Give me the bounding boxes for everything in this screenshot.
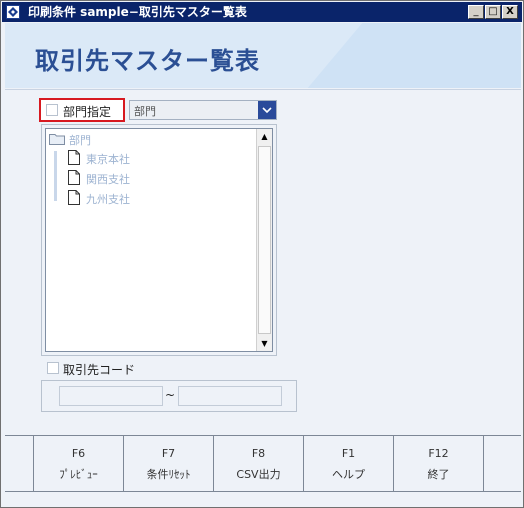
page-title: 取引先マスター覧表: [35, 47, 260, 75]
function-key-label: F12: [428, 447, 449, 460]
csv-export-button[interactable]: F8 CSV出力: [213, 436, 303, 492]
app-icon: [6, 5, 20, 19]
department-checkbox-box[interactable]: [46, 104, 58, 116]
department-filter-checkbox[interactable]: 部門指定: [39, 98, 125, 122]
document-icon: [68, 170, 80, 185]
scrollbar-thumb[interactable]: [258, 146, 271, 334]
function-key-label: F1: [341, 447, 356, 460]
function-key-caption: 終了: [427, 468, 450, 481]
folder-icon: [49, 134, 65, 145]
tree-item-label: 関西支社: [86, 173, 130, 186]
title-bar[interactable]: 印刷条件 sample−取引先マスター覧表 _ □ X: [2, 2, 522, 22]
partner-code-label: 取引先コード: [63, 363, 136, 377]
status-strip: [5, 493, 521, 505]
partner-code-to-input[interactable]: [178, 386, 282, 406]
maximize-button[interactable]: □: [485, 5, 501, 19]
tree-root-item[interactable]: 部門: [49, 131, 169, 147]
tree-connector: [54, 151, 57, 201]
help-button[interactable]: F1 ヘルプ: [303, 436, 393, 492]
department-tree[interactable]: 部門 東京本社 関西支社 九州支社 ▲ ▼: [45, 128, 273, 352]
exit-button[interactable]: F12 終了: [393, 436, 483, 492]
department-select[interactable]: 部門: [129, 100, 277, 120]
function-key-caption: ヘルプ: [332, 468, 365, 481]
range-separator: ~: [165, 388, 176, 402]
tree-root-label: 部門: [69, 134, 91, 147]
header-banner: 取引先マスター覧表: [5, 23, 521, 88]
tree-scrollbar[interactable]: ▲ ▼: [256, 129, 272, 351]
close-button[interactable]: X: [502, 5, 518, 19]
tree-item-label: 九州支社: [86, 193, 130, 206]
window-title: 印刷条件 sample−取引先マスター覧表: [28, 5, 247, 19]
function-key-caption: ﾌﾟﾚﾋﾞｭｰ: [59, 468, 98, 481]
scroll-up-icon[interactable]: ▲: [257, 129, 272, 144]
scroll-down-icon[interactable]: ▼: [257, 336, 272, 351]
tree-item[interactable]: 関西支社: [68, 170, 188, 186]
partner-code-checkbox[interactable]: [47, 362, 59, 374]
partner-code-from-input[interactable]: [59, 386, 163, 406]
tree-item[interactable]: 東京本社: [68, 150, 188, 166]
tree-item-label: 東京本社: [86, 153, 130, 166]
function-key-label: F6: [71, 447, 86, 460]
function-key-label: F8: [251, 447, 266, 460]
chevron-down-icon[interactable]: [258, 101, 276, 119]
department-select-value: 部門: [134, 105, 156, 118]
document-icon: [68, 190, 80, 205]
empty-function-key[interactable]: [483, 436, 521, 492]
partner-code-range: ~: [41, 380, 297, 412]
reset-conditions-button[interactable]: F7 条件ﾘｾｯﾄ: [123, 436, 213, 492]
minimize-button[interactable]: _: [468, 5, 484, 19]
function-key-bar: F6 ﾌﾟﾚﾋﾞｭｰ F7 条件ﾘｾｯﾄ F8 CSV出力 F1 ヘルプ F12…: [5, 435, 521, 492]
tree-item[interactable]: 九州支社: [68, 190, 188, 206]
conditions-panel: 部門指定 部門 部門 東京本社 関西支社 九州支社 ▲ ▼ 取引先コード ~: [5, 89, 521, 435]
function-key-caption: 条件ﾘｾｯﾄ: [146, 468, 191, 481]
print-conditions-window: 印刷条件 sample−取引先マスター覧表 _ □ X 取引先マスター覧表 部門…: [0, 0, 524, 508]
document-icon: [68, 150, 80, 165]
banner-decoration: [307, 23, 521, 88]
function-key-label: F7: [161, 447, 176, 460]
department-tree-frame: 部門 東京本社 関西支社 九州支社 ▲ ▼: [41, 124, 277, 356]
department-checkbox-label: 部門指定: [63, 105, 112, 119]
function-key-caption: CSV出力: [236, 468, 281, 481]
preview-button[interactable]: F6 ﾌﾟﾚﾋﾞｭｰ: [33, 436, 123, 492]
